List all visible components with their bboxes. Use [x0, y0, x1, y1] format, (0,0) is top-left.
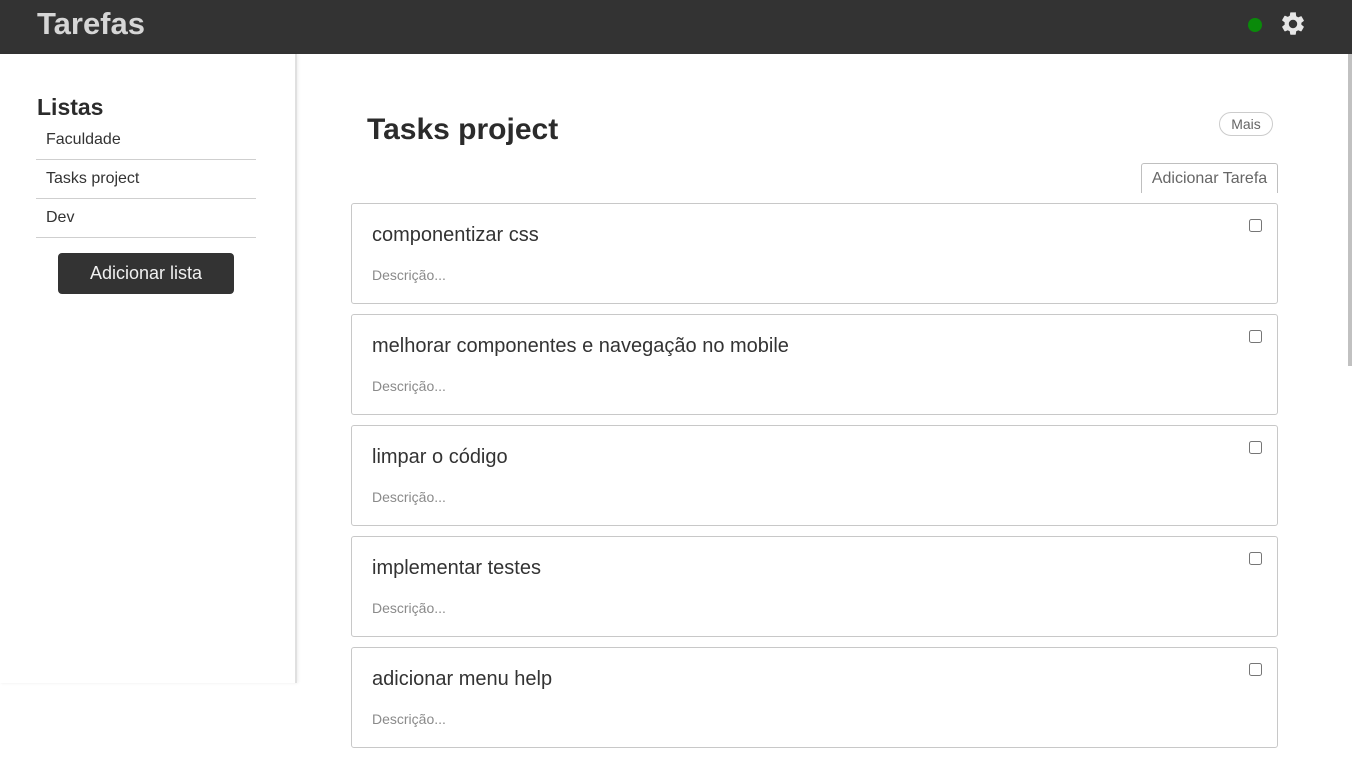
task-description[interactable]: Descrição... [372, 267, 446, 283]
sidebar-title: Listas [37, 94, 104, 120]
task-card[interactable]: limpar o código Descrição... [351, 425, 1278, 526]
list-menu: Faculdade Tasks project Dev [36, 121, 256, 238]
status-dot-icon [1248, 18, 1262, 32]
task-title: adicionar menu help [372, 668, 553, 690]
task-list: componentizar css Descrição... melhorar … [351, 203, 1278, 758]
sidebar-item-dev[interactable]: Dev [36, 199, 256, 238]
task-card[interactable]: adicionar menu help Descrição... [351, 647, 1278, 748]
task-title: limpar o código [372, 446, 508, 468]
more-button[interactable]: Mais [1219, 112, 1273, 136]
task-description[interactable]: Descrição... [372, 489, 446, 505]
task-card[interactable]: implementar testes Descrição... [351, 536, 1278, 637]
task-description[interactable]: Descrição... [372, 600, 446, 616]
task-description[interactable]: Descrição... [372, 711, 446, 727]
add-list-button[interactable]: Adicionar lista [58, 253, 234, 294]
sidebar-item-faculdade[interactable]: Faculdade [36, 121, 256, 160]
scrollbar[interactable] [1348, 54, 1352, 366]
page-title: Tasks project [367, 113, 559, 146]
add-task-button[interactable]: Adicionar Tarefa [1141, 163, 1278, 193]
app-title: Tarefas [37, 6, 145, 41]
sidebar: Listas Faculdade Tasks project Dev Adici… [0, 54, 297, 683]
task-card[interactable]: melhorar componentes e navegação no mobi… [351, 314, 1278, 415]
task-checkbox[interactable] [1249, 330, 1262, 343]
task-title: melhorar componentes e navegação no mobi… [372, 335, 789, 357]
task-checkbox[interactable] [1249, 441, 1262, 454]
task-checkbox[interactable] [1249, 552, 1262, 565]
gear-icon[interactable] [1279, 10, 1307, 38]
task-title: implementar testes [372, 557, 541, 579]
task-title: componentizar css [372, 224, 539, 246]
task-checkbox[interactable] [1249, 663, 1262, 676]
top-bar: Tarefas [0, 0, 1352, 54]
task-description[interactable]: Descrição... [372, 378, 446, 394]
sidebar-item-tasks-project[interactable]: Tasks project [36, 160, 256, 199]
task-checkbox[interactable] [1249, 219, 1262, 232]
task-card[interactable]: componentizar css Descrição... [351, 203, 1278, 304]
